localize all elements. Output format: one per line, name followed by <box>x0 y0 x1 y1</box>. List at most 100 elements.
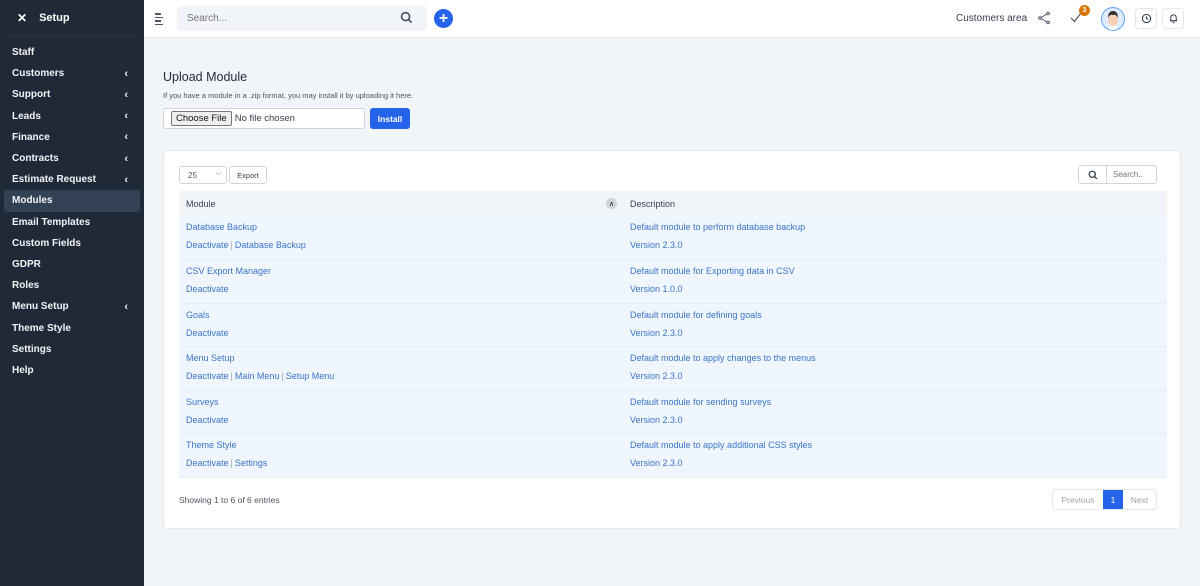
customers-area-link[interactable]: Customers area <box>956 13 1027 24</box>
sidebar-item-label: Help <box>12 364 34 376</box>
module-cell: Database Backup Deactivate | Database Backu… <box>179 216 623 260</box>
chevron-left-icon: ‹ <box>124 88 128 101</box>
sidebar-item-support[interactable]: Support ‹ <box>4 84 140 105</box>
todo-badge: 3 <box>1079 5 1090 16</box>
table-row: Surveys Deactivate Default module for send… <box>179 390 1167 434</box>
module-name[interactable]: Database Backup <box>186 222 616 232</box>
page-length-select[interactable]: 25 ⌵ <box>179 166 227 184</box>
chevron-left-icon: ‹ <box>124 300 128 313</box>
table-row: Menu Setup Deactivate | Main Menu | Setup Men… <box>179 346 1167 391</box>
pagination: Previous 1 Next <box>1052 489 1157 510</box>
sidebar-item-label: Finance <box>12 131 50 143</box>
action-deactivate-link[interactable]: Deactivate <box>186 328 229 338</box>
timer-button[interactable] <box>1135 8 1157 29</box>
chevron-down-icon: ⌵ <box>215 170 221 177</box>
choose-file-button[interactable]: Choose File <box>171 111 232 126</box>
clock-icon <box>1141 13 1151 24</box>
sidebar-item-help[interactable]: Help <box>4 360 140 381</box>
column-header-module[interactable]: Module ∧ <box>179 191 623 216</box>
description-cell: Default module for Exporting data in CSV… <box>623 259 1167 304</box>
sidebar-item-email-templates[interactable]: Email Templates <box>4 212 140 233</box>
sidebar-item-label: Custom Fields <box>12 237 81 249</box>
action-main-menu-link[interactable]: Main Menu <box>235 371 280 381</box>
action-setup-menu-link[interactable]: Setup Menu <box>286 371 335 381</box>
sidebar-item-customers[interactable]: Customers ‹ <box>4 63 140 84</box>
sidebar-item-settings[interactable]: Settings <box>4 339 140 360</box>
sidebar-item-label: Menu Setup <box>12 301 69 313</box>
sidebar: ✕ Setup Staff Customers ‹ Support ‹ Leads ‹ Fin… <box>0 0 144 586</box>
module-description: Default module to apply additional CSS s… <box>630 440 813 450</box>
notifications-button[interactable] <box>1162 8 1184 29</box>
export-button[interactable]: Export <box>229 166 267 184</box>
module-actions: Deactivate | Settings <box>186 458 616 468</box>
sidebar-item-modules[interactable]: Modules <box>4 190 140 212</box>
module-cell: Surveys Deactivate <box>179 390 623 434</box>
module-version: Version 2.3.0 <box>630 327 683 338</box>
sidebar-item-label: Email Templates <box>12 216 91 228</box>
entries-info: Showing 1 to 6 of 6 entries <box>179 495 280 505</box>
table-search-input[interactable] <box>1107 170 1155 179</box>
action-deactivate-link[interactable]: Deactivate <box>186 240 229 250</box>
next-page-button[interactable]: Next <box>1123 490 1156 509</box>
sidebar-item-roles[interactable]: Roles <box>4 275 140 296</box>
column-header-label: Module <box>186 198 216 209</box>
module-name[interactable]: CSV Export Manager <box>186 266 616 276</box>
action-settings-link[interactable]: Settings <box>235 458 268 468</box>
module-name[interactable]: Surveys <box>186 397 616 407</box>
module-description: Default module to apply changes to the m… <box>630 353 816 363</box>
sidebar-item-label: Customers <box>12 68 65 80</box>
action-database-backup-link[interactable]: Database Backup <box>235 240 306 250</box>
quick-create-button[interactable]: + <box>434 9 453 28</box>
sidebar-item-finance[interactable]: Finance ‹ <box>4 127 140 148</box>
table-row: CSV Export Manager Deactivate Default modu… <box>179 259 1167 304</box>
sidebar-item-estimate-request[interactable]: Estimate Request ‹ <box>4 169 140 190</box>
sidebar-item-custom-fields[interactable]: Custom Fields <box>4 233 140 254</box>
search-icon[interactable] <box>400 11 413 24</box>
action-separator: | <box>230 240 233 250</box>
sidebar-item-contracts[interactable]: Contracts ‹ <box>4 148 140 169</box>
topbar: + Customers area 3 <box>144 0 1200 38</box>
install-button[interactable]: Install <box>370 108 410 129</box>
sidebar-item-label: Settings <box>12 343 52 355</box>
close-icon[interactable]: ✕ <box>17 11 27 25</box>
sidebar-title: Setup <box>39 12 70 24</box>
action-deactivate-link[interactable]: Deactivate <box>186 458 229 468</box>
menu-toggle-icon[interactable] <box>155 13 164 25</box>
share-icon[interactable] <box>1037 11 1051 25</box>
module-actions: Deactivate | Database Backup <box>186 240 616 250</box>
chevron-left-icon: ‹ <box>124 110 128 123</box>
sidebar-item-label: Contracts <box>12 153 59 165</box>
action-deactivate-link[interactable]: Deactivate <box>186 371 229 381</box>
sidebar-item-leads[interactable]: Leads ‹ <box>4 106 140 127</box>
module-actions: Deactivate | Main Menu | Setup Menu <box>186 371 616 381</box>
module-actions: Deactivate <box>186 415 616 425</box>
sort-icon[interactable]: ∧ <box>606 198 617 209</box>
modules-table: Module ∧ Description Database Backup Deact… <box>179 191 1167 478</box>
sidebar-item-theme-style[interactable]: Theme Style <box>4 317 140 338</box>
sidebar-item-label: Estimate Request <box>12 174 96 186</box>
module-version: Version 2.3.0 <box>630 240 683 250</box>
upload-module-section: Upload Module If you have a module in a … <box>163 70 413 129</box>
previous-page-button[interactable]: Previous <box>1053 490 1103 509</box>
module-name[interactable]: Menu Setup <box>186 353 616 363</box>
module-version: Version 2.3.0 <box>630 458 683 468</box>
module-name[interactable]: Goals <box>186 310 616 320</box>
module-cell: Menu Setup Deactivate | Main Menu | Setup Men… <box>179 346 623 391</box>
sidebar-item-menu-setup[interactable]: Menu Setup ‹ <box>4 296 140 317</box>
column-header-description[interactable]: Description <box>623 191 1167 216</box>
chevron-left-icon: ‹ <box>124 131 128 144</box>
search-icon[interactable] <box>1079 166 1107 183</box>
description-cell: Default module to perform database backu… <box>623 216 1167 260</box>
action-deactivate-link[interactable]: Deactivate <box>186 284 229 294</box>
avatar[interactable] <box>1101 7 1125 31</box>
global-search-input[interactable] <box>187 13 387 24</box>
page-length-value: 25 <box>188 170 197 180</box>
sidebar-item-gdpr[interactable]: GDPR <box>4 254 140 275</box>
page-1-button[interactable]: 1 <box>1103 490 1123 509</box>
module-name[interactable]: Theme Style <box>186 440 616 450</box>
module-version: Version 2.3.0 <box>630 371 683 381</box>
table-row: Theme Style Deactivate | Settings Default mo… <box>179 433 1167 478</box>
action-deactivate-link[interactable]: Deactivate <box>186 415 229 425</box>
module-file-input[interactable]: Choose File No file chosen <box>163 108 365 129</box>
sidebar-item-staff[interactable]: Staff <box>4 42 140 63</box>
